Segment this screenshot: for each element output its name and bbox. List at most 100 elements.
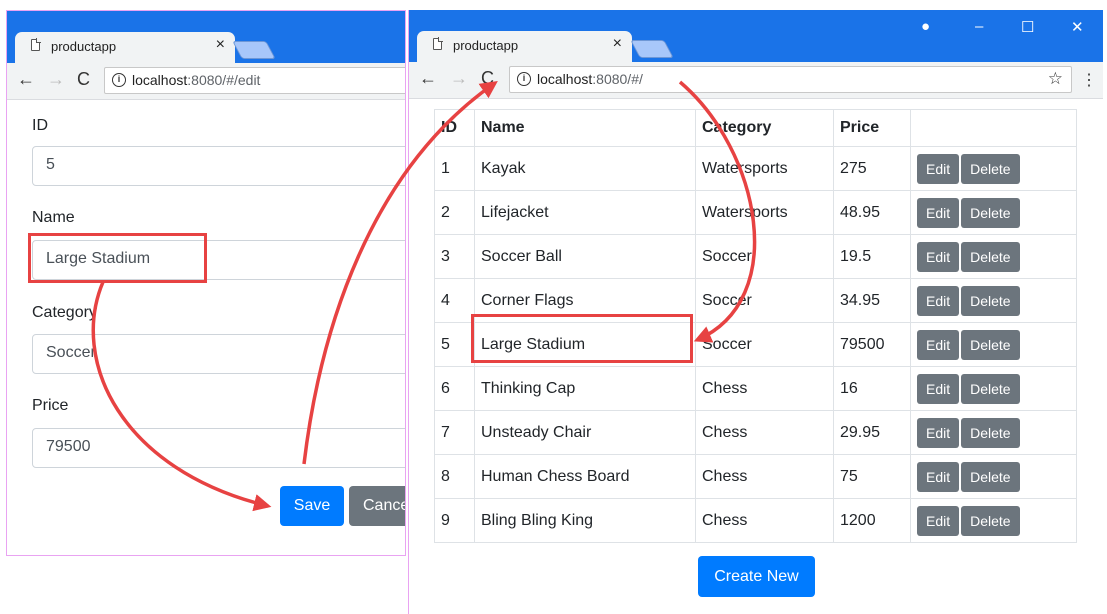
cell-price: 75 bbox=[833, 454, 911, 499]
cell-id: 1 bbox=[434, 146, 475, 191]
window-close-icon[interactable]: ✕ bbox=[1071, 18, 1084, 36]
cell-price: 79500 bbox=[833, 322, 911, 367]
table-row: 1 Kayak Watersports 275 Edit Delete bbox=[434, 146, 1077, 191]
cell-name: Bling Bling King bbox=[474, 498, 696, 543]
category-field[interactable]: Soccer bbox=[32, 334, 405, 374]
cell-price: 19.5 bbox=[833, 234, 911, 279]
delete-button[interactable]: Delete bbox=[961, 285, 1020, 316]
table-row: 3 Soccer Ball Soccer 19.5 Edit Delete bbox=[434, 234, 1077, 279]
cell-price: 48.95 bbox=[833, 190, 911, 235]
delete-button[interactable]: Delete bbox=[961, 153, 1020, 184]
edit-button[interactable]: Edit bbox=[917, 241, 960, 272]
back-arrow-icon[interactable]: ← bbox=[17, 69, 35, 90]
price-field[interactable]: 79500 bbox=[32, 428, 405, 468]
star-icon[interactable]: ☆ bbox=[1048, 69, 1063, 89]
cell-actions: Edit Delete bbox=[910, 366, 1077, 411]
id-label: ID bbox=[32, 117, 48, 134]
right-titlebar: productapp × ● – ☐ ✕ bbox=[409, 10, 1103, 62]
header-price: Price bbox=[833, 109, 911, 147]
delete-button[interactable]: Delete bbox=[961, 373, 1020, 404]
cell-id: 7 bbox=[434, 410, 475, 455]
delete-button[interactable]: Delete bbox=[961, 241, 1020, 272]
right-toolbar: ← → C i localhost:8080/#/ ☆ ⋮ bbox=[409, 62, 1103, 99]
maximize-icon[interactable]: ☐ bbox=[1021, 18, 1034, 36]
cell-price: 275 bbox=[833, 146, 911, 191]
table-row: 2 Lifejacket Watersports 48.95 Edit Delete bbox=[434, 190, 1077, 235]
page-icon bbox=[433, 37, 443, 50]
reload-icon[interactable]: C bbox=[77, 69, 90, 90]
right-browser-window: productapp × ● – ☐ ✕ ← → C i localhost:8… bbox=[408, 10, 1103, 614]
table-header-row: ID Name Category Price bbox=[434, 109, 1077, 147]
cell-category: Chess bbox=[695, 454, 834, 499]
edit-button[interactable]: Edit bbox=[917, 417, 960, 448]
page-icon bbox=[31, 38, 41, 51]
close-icon[interactable]: × bbox=[216, 36, 225, 54]
cell-actions: Edit Delete bbox=[910, 454, 1077, 499]
cell-id: 5 bbox=[434, 322, 475, 367]
table-row: 8 Human Chess Board Chess 75 Edit Delete bbox=[434, 454, 1077, 499]
save-button[interactable]: Save bbox=[280, 486, 344, 526]
table-row: 9 Bling Bling King Chess 1200 Edit Delete bbox=[434, 498, 1077, 543]
cell-category: Watersports bbox=[695, 190, 834, 235]
cell-category: Soccer bbox=[695, 234, 834, 279]
cell-price: 1200 bbox=[833, 498, 911, 543]
left-tab-title: productapp bbox=[51, 39, 117, 54]
back-arrow-icon[interactable]: ← bbox=[419, 68, 437, 89]
forward-arrow-icon[interactable]: → bbox=[47, 69, 65, 90]
header-name: Name bbox=[474, 109, 696, 147]
info-icon[interactable]: i bbox=[517, 72, 531, 86]
cell-price: 29.95 bbox=[833, 410, 911, 455]
new-tab-button[interactable] bbox=[630, 40, 674, 58]
id-field[interactable]: 5 bbox=[32, 146, 405, 186]
delete-button[interactable]: Delete bbox=[961, 329, 1020, 360]
cell-id: 9 bbox=[434, 498, 475, 543]
minimize-icon[interactable]: – bbox=[975, 18, 983, 35]
cancel-button[interactable]: Cancel bbox=[349, 486, 405, 526]
left-url: localhost:8080/#/edit bbox=[132, 72, 261, 88]
right-tab[interactable]: productapp × bbox=[417, 31, 632, 62]
account-icon[interactable]: ● bbox=[921, 18, 930, 35]
cell-category: Soccer bbox=[695, 278, 834, 323]
right-address-bar[interactable]: i localhost:8080/#/ ☆ bbox=[509, 66, 1072, 93]
delete-button[interactable]: Delete bbox=[961, 197, 1020, 228]
left-browser-window: productapp × ← → C i localhost:8080/#/ed… bbox=[6, 10, 406, 556]
delete-button[interactable]: Delete bbox=[961, 505, 1020, 536]
create-new-button[interactable]: Create New bbox=[698, 556, 815, 597]
right-url: localhost:8080/#/ bbox=[537, 71, 643, 87]
reload-icon[interactable]: C bbox=[481, 68, 494, 89]
cell-id: 4 bbox=[434, 278, 475, 323]
cell-id: 3 bbox=[434, 234, 475, 279]
cell-actions: Edit Delete bbox=[910, 146, 1077, 191]
cell-name: Soccer Ball bbox=[474, 234, 696, 279]
cell-category: Watersports bbox=[695, 146, 834, 191]
edit-button[interactable]: Edit bbox=[917, 329, 960, 360]
edit-button[interactable]: Edit bbox=[917, 285, 960, 316]
left-address-bar[interactable]: i localhost:8080/#/edit bbox=[104, 67, 405, 94]
table-row: 7 Unsteady Chair Chess 29.95 Edit Delete bbox=[434, 410, 1077, 455]
edit-button[interactable]: Edit bbox=[917, 153, 960, 184]
cell-name: Human Chess Board bbox=[474, 454, 696, 499]
new-tab-button[interactable] bbox=[232, 41, 276, 59]
delete-button[interactable]: Delete bbox=[961, 417, 1020, 448]
cell-id: 6 bbox=[434, 366, 475, 411]
cell-actions: Edit Delete bbox=[910, 190, 1077, 235]
left-tab[interactable]: productapp × bbox=[15, 32, 235, 63]
cell-category: Chess bbox=[695, 366, 834, 411]
header-category: Category bbox=[695, 109, 834, 147]
cell-name: Unsteady Chair bbox=[474, 410, 696, 455]
edit-button[interactable]: Edit bbox=[917, 197, 960, 228]
menu-dots-icon[interactable]: ⋮ bbox=[1081, 70, 1097, 90]
delete-button[interactable]: Delete bbox=[961, 461, 1020, 492]
forward-arrow-icon[interactable]: → bbox=[450, 68, 468, 89]
edit-button[interactable]: Edit bbox=[917, 373, 960, 404]
table-row-highlight bbox=[471, 314, 693, 363]
edit-button[interactable]: Edit bbox=[917, 505, 960, 536]
info-icon[interactable]: i bbox=[112, 73, 126, 87]
name-label: Name bbox=[32, 209, 75, 226]
table-row: 6 Thinking Cap Chess 16 Edit Delete bbox=[434, 366, 1077, 411]
cell-actions: Edit Delete bbox=[910, 322, 1077, 367]
cell-category: Soccer bbox=[695, 322, 834, 367]
cell-id: 8 bbox=[434, 454, 475, 499]
close-icon[interactable]: × bbox=[613, 35, 622, 53]
edit-button[interactable]: Edit bbox=[917, 461, 960, 492]
